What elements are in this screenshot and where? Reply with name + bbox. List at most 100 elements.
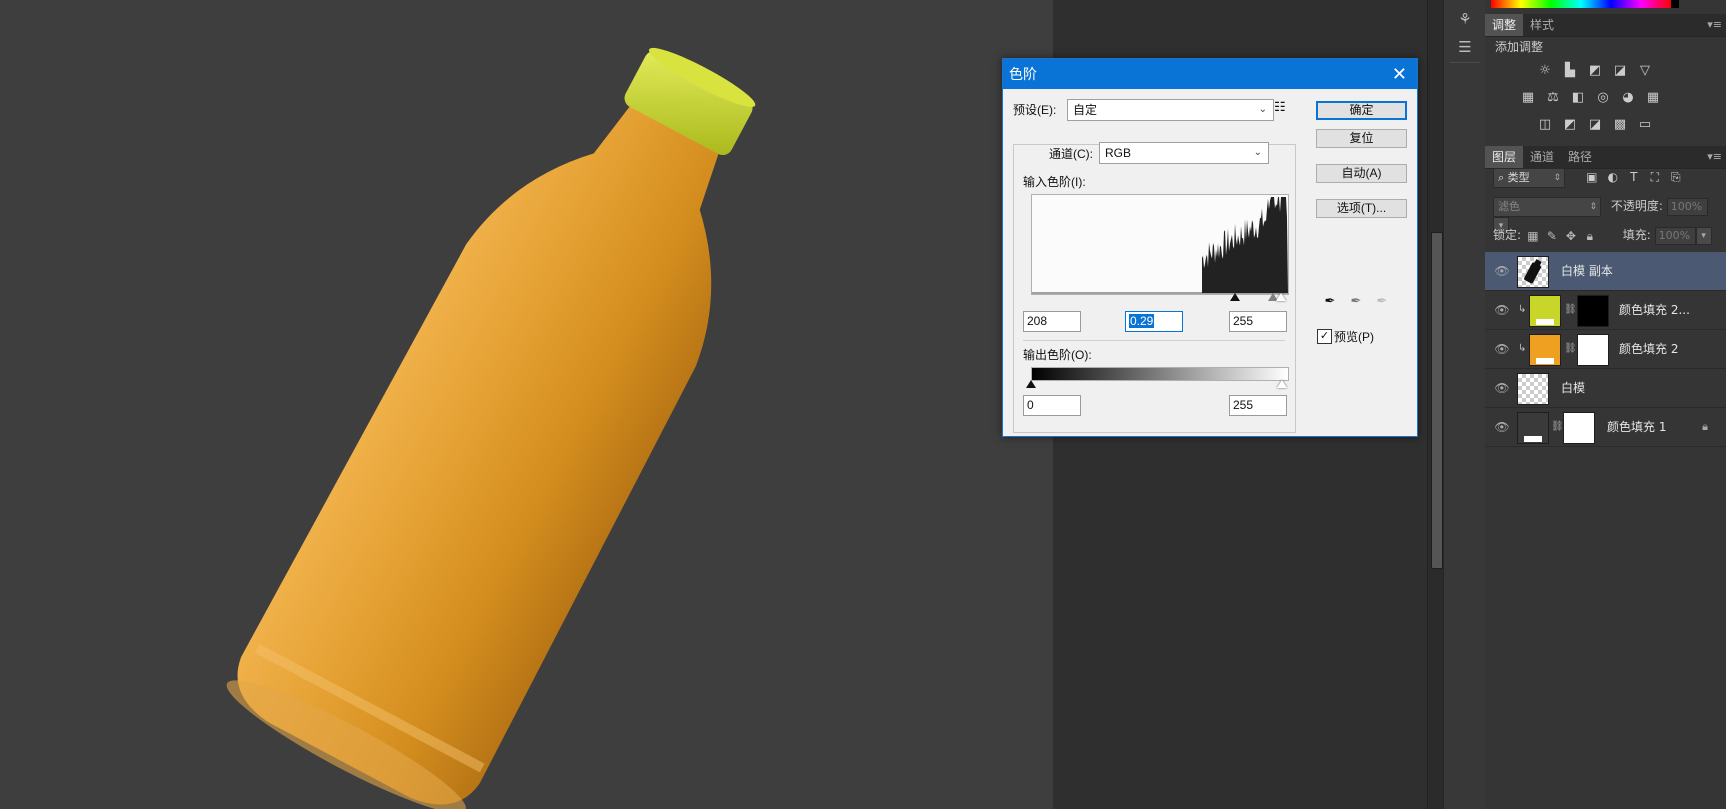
layer-name: 白模 副本 (1561, 264, 1613, 278)
preview-checkbox[interactable]: ✓ (1317, 329, 1332, 344)
gray-eyedropper-icon[interactable]: ✒ (1347, 292, 1365, 310)
levels-icon[interactable]: ▙ (1560, 62, 1580, 80)
link-chain-icon[interactable]: ⛓ (1564, 291, 1577, 329)
clipping-arrow-icon: ↳ (1518, 304, 1527, 315)
input-levels-label: 输入色阶(I): (1023, 175, 1086, 189)
layer-filter-select[interactable]: ⌕ 类型 ⇕ (1493, 168, 1565, 188)
preset-options-icon[interactable]: ☷ (1274, 99, 1286, 115)
color-spectrum[interactable] (1491, 0, 1671, 8)
properties-icon[interactable]: ☰ (1454, 36, 1476, 58)
tab-styles[interactable]: 样式 (1523, 14, 1561, 36)
layer-name: 颜色填充 2... (1619, 303, 1690, 317)
layer-row[interactable]: 👁︎ ⛓ 颜色填充 1 🔒︎ (1485, 408, 1726, 447)
selective-color-icon[interactable]: ▩ (1610, 116, 1630, 134)
tab-paths[interactable]: 路径 (1561, 146, 1599, 168)
auto-button[interactable]: 自动(A) (1316, 164, 1407, 183)
vibrance-icon[interactable]: ▽ (1635, 62, 1655, 80)
layers-tab-bar: 图层 通道 路径 ▾≡ (1485, 146, 1726, 169)
eye-icon[interactable]: 👁︎ (1493, 252, 1511, 290)
lock-position-icon[interactable]: ✥ (1563, 228, 1579, 244)
input-gamma-field[interactable]: 0.29 (1125, 311, 1183, 332)
layer-mask-thumbnail[interactable] (1577, 334, 1609, 366)
layer-row[interactable]: 👁︎ 白模 (1485, 369, 1726, 408)
curves-icon[interactable]: ◩ (1585, 62, 1605, 80)
chevron-down-icon: ⌄ (1253, 147, 1262, 158)
reset-button[interactable]: 复位 (1316, 129, 1407, 148)
ok-button[interactable]: 确定 (1316, 101, 1407, 120)
output-white-field[interactable]: 255 (1229, 395, 1287, 416)
input-white-field[interactable]: 255 (1229, 311, 1287, 332)
fill-dropdown-icon[interactable]: ▾ (1695, 226, 1712, 245)
chevron-down-icon: ⌄ (1258, 104, 1267, 115)
close-icon[interactable]: ✕ (1392, 59, 1407, 89)
blend-mode-select[interactable]: 滤色 ⇕ (1493, 197, 1601, 217)
output-white-slider[interactable] (1277, 380, 1287, 388)
black-eyedropper-icon[interactable]: ✒ (1321, 292, 1339, 310)
output-gradient (1031, 367, 1289, 381)
opacity-field[interactable]: 100% (1666, 197, 1708, 216)
threshold-icon[interactable]: ◪ (1585, 116, 1605, 134)
lock-all-icon[interactable]: 🔒︎ (1582, 228, 1598, 244)
tab-channels[interactable]: 通道 (1523, 146, 1561, 168)
hue-saturation-icon[interactable]: ▦ (1518, 89, 1538, 107)
filter-smart-object-icon[interactable]: ⎘ (1667, 168, 1685, 186)
lock-image-pixels-icon[interactable]: ✎ (1544, 228, 1560, 244)
output-black-slider[interactable] (1026, 380, 1036, 388)
eye-icon[interactable]: 👁︎ (1493, 369, 1511, 407)
input-black-slider[interactable] (1230, 293, 1240, 301)
channel-label: 通道(C): (1049, 147, 1093, 161)
adjustment-icons-row-2: ▦ ⚖ ◧ ◎ ◕ ▦ (1518, 89, 1668, 109)
posterize-icon[interactable]: ◩ (1560, 116, 1580, 134)
input-black-field[interactable]: 208 (1023, 311, 1081, 332)
layer-filter-row: ⌕ 类型 ⇕ ▣ ◐ T ⛶ ⎘ (1493, 168, 1721, 190)
layer-mask-thumbnail[interactable] (1563, 412, 1595, 444)
layer-row[interactable]: 👁︎ 白模 副本 (1485, 252, 1726, 291)
photo-filter-icon[interactable]: ◎ (1593, 89, 1613, 107)
tab-layers[interactable]: 图层 (1485, 146, 1524, 168)
brightness-icon[interactable]: ☼ (1535, 62, 1555, 80)
eye-icon[interactable]: 👁︎ (1493, 408, 1511, 446)
gradient-map-icon[interactable]: ▭ (1635, 116, 1655, 134)
layer-name: 颜色填充 2 (1619, 342, 1679, 356)
invert-icon[interactable]: ◫ (1535, 116, 1555, 134)
color-balance-icon[interactable]: ⚖ (1543, 89, 1563, 107)
filter-adjustment-icon[interactable]: ◐ (1604, 168, 1622, 186)
black-white-icon[interactable]: ◧ (1568, 89, 1588, 107)
fill-color-thumbnail (1529, 295, 1561, 327)
channel-select[interactable]: RGB ⌄ (1099, 142, 1269, 164)
eye-icon[interactable]: 👁︎ (1493, 291, 1511, 329)
options-button[interactable]: 选项(T)... (1316, 199, 1407, 218)
output-black-field[interactable]: 0 (1023, 395, 1081, 416)
chevron-down-icon: ⇕ (1589, 202, 1597, 212)
preset-select[interactable]: 自定 ⌄ (1067, 99, 1274, 121)
filter-shape-icon[interactable]: ⛶ (1646, 168, 1664, 186)
color-black-swatch[interactable] (1671, 0, 1679, 8)
white-eyedropper-icon[interactable]: ✒ (1373, 292, 1391, 310)
lock-fill-row: 锁定: ▦ ✎ ✥ 🔒︎ 填充: 100% ▾ (1493, 226, 1723, 246)
lock-transparent-pixels-icon[interactable]: ▦ (1525, 228, 1541, 244)
panel-menu-icon[interactable]: ▾≡ (1707, 14, 1722, 36)
document-canvas[interactable] (0, 0, 1053, 809)
exposure-icon[interactable]: ◪ (1610, 62, 1630, 80)
link-chain-icon[interactable]: ⛓ (1551, 408, 1564, 446)
channel-mixer-icon[interactable]: ◕ (1618, 89, 1638, 107)
layer-row[interactable]: 👁︎ ↳ ⛓ 颜色填充 2 (1485, 330, 1726, 369)
histogram-shape (1032, 197, 1288, 293)
brush-presets-icon[interactable]: ⚘ (1454, 8, 1476, 30)
layers-panel-menu-icon[interactable]: ▾≡ (1707, 146, 1722, 168)
filter-pixel-icon[interactable]: ▣ (1583, 168, 1601, 186)
scrollbar-thumb[interactable] (1431, 232, 1443, 569)
layer-row[interactable]: 👁︎ ↳ ⛓ 颜色填充 2... (1485, 291, 1726, 330)
eye-icon[interactable]: 👁︎ (1493, 330, 1511, 368)
canvas-vertical-scrollbar[interactable] (1427, 0, 1444, 809)
layer-mask-thumbnail[interactable] (1577, 295, 1609, 327)
fill-field[interactable]: 100% (1654, 226, 1696, 245)
color-lookup-icon[interactable]: ▦ (1643, 89, 1663, 107)
link-chain-icon[interactable]: ⛓ (1564, 330, 1577, 368)
dialog-title-bar[interactable]: 色阶 ✕ (1003, 59, 1417, 89)
right-panels: 调整 样式 ▾≡ 添加调整 ☼ ▙ ◩ ◪ ▽ ▦ ⚖ ◧ ◎ ◕ ▦ ◫ ◩ ◪ ▩ ▭ 图层 通道 路… (1485, 0, 1726, 809)
filter-type-icon[interactable]: T (1625, 168, 1643, 186)
layer-thumbnail (1517, 373, 1549, 405)
tab-adjustments[interactable]: 调整 (1485, 14, 1524, 36)
input-white-slider[interactable] (1276, 293, 1286, 301)
